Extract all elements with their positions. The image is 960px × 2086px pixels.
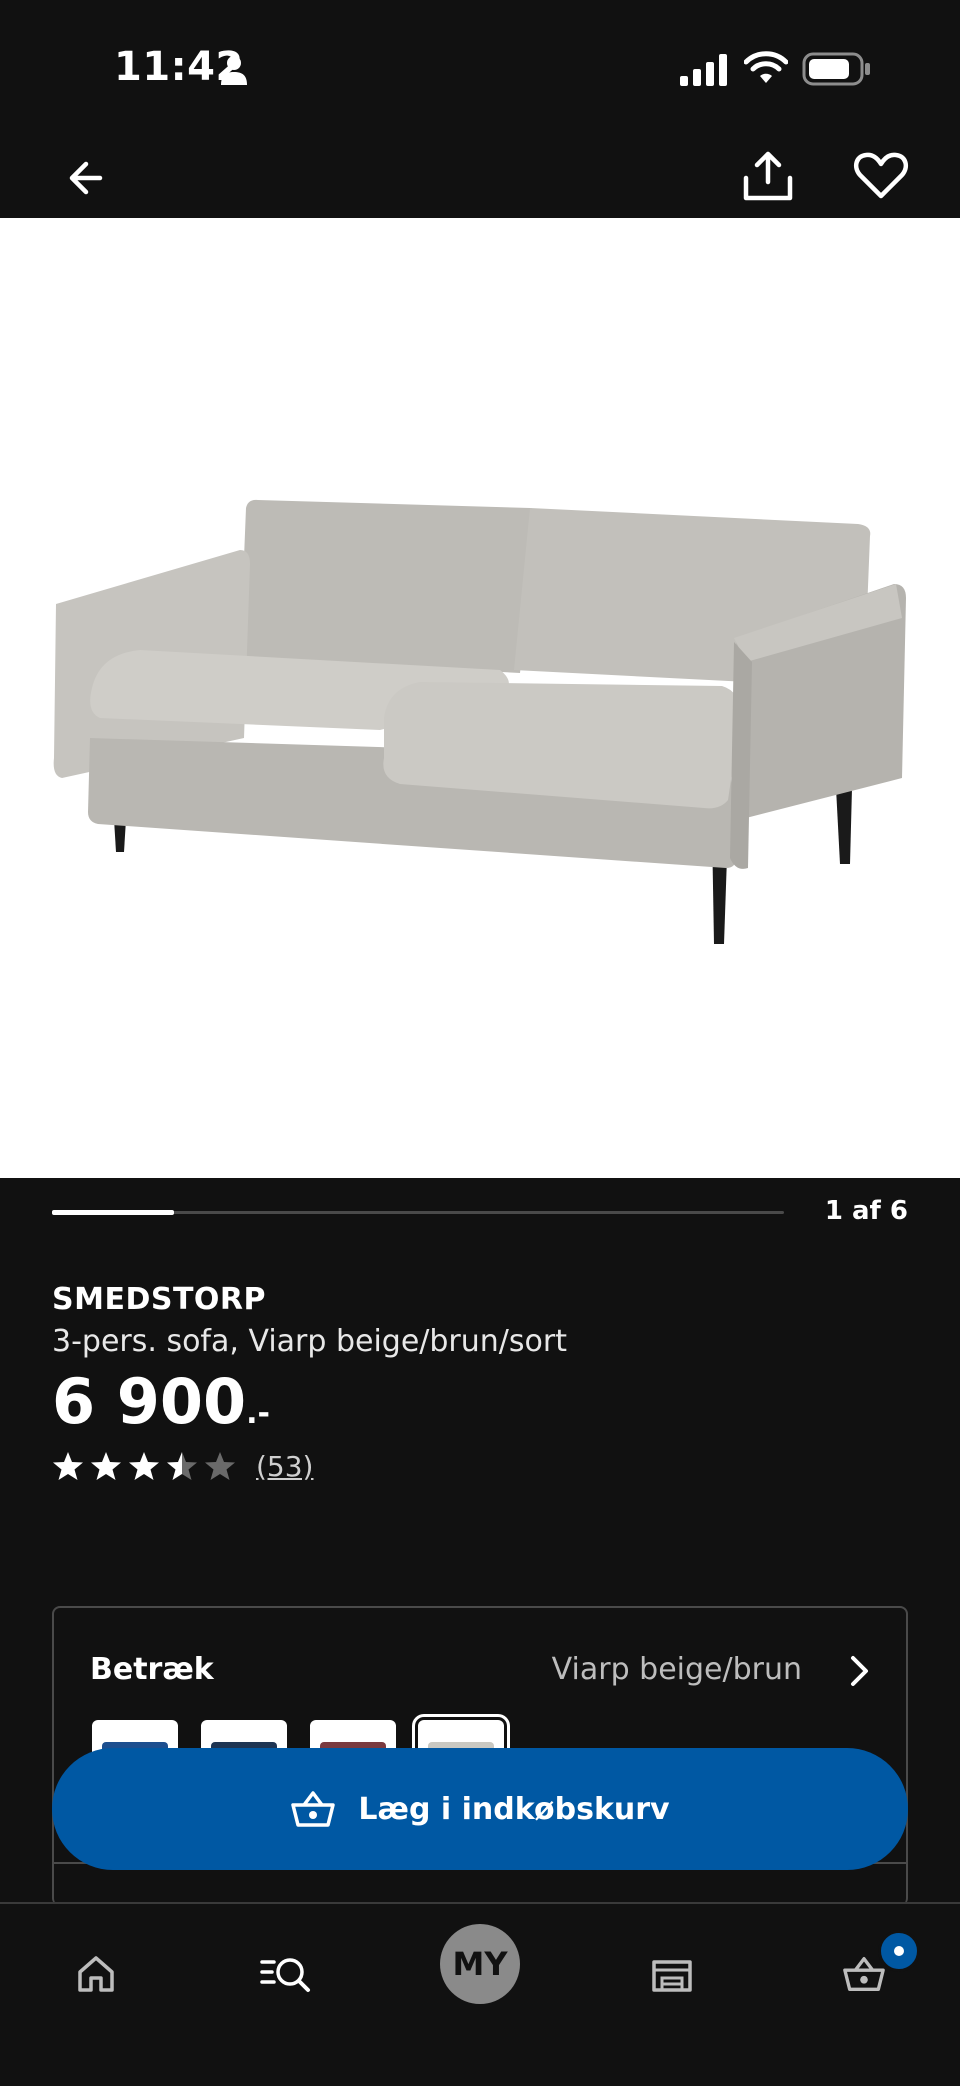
status-bar: 11:42 xyxy=(0,0,960,140)
favorite-button[interactable] xyxy=(852,148,910,204)
bottom-tab-bar: MY xyxy=(0,1902,960,2086)
tab-home[interactable] xyxy=(56,1934,136,2014)
price-suffix: .- xyxy=(246,1396,271,1431)
back-button[interactable] xyxy=(60,150,116,206)
chevron-right-icon[interactable] xyxy=(844,1654,874,1688)
product-price: 6 900.- xyxy=(52,1366,270,1450)
star-empty-icon xyxy=(205,1452,235,1480)
rating[interactable]: (53) xyxy=(52,1448,313,1484)
rating-stars xyxy=(52,1450,242,1482)
share-button[interactable] xyxy=(740,146,796,206)
battery-icon xyxy=(802,52,870,86)
shopping-basket-icon xyxy=(291,1791,336,1827)
product-name: SMEDSTORP xyxy=(52,1282,267,1317)
tab-my-profile[interactable]: MY xyxy=(440,1924,520,2004)
product-description: 3-pers. sofa, Viarp beige/brun/sort xyxy=(52,1324,567,1359)
store-icon xyxy=(652,1960,692,1992)
star-full-icon xyxy=(91,1452,121,1480)
wifi-icon xyxy=(744,51,788,83)
sofa-image xyxy=(53,499,906,944)
star-full-icon xyxy=(53,1452,83,1480)
tab-search[interactable] xyxy=(246,1934,326,2014)
person-icon xyxy=(221,56,247,85)
tab-stores[interactable] xyxy=(632,1934,712,2014)
cover-option-label: Betræk xyxy=(90,1652,214,1687)
carousel-progress xyxy=(52,1210,784,1215)
signal-icon xyxy=(680,54,727,86)
home-icon xyxy=(78,1956,114,1992)
carousel-counter: 1 af 6 xyxy=(824,1196,908,1226)
cart-badge xyxy=(878,1930,920,1972)
add-to-cart-button[interactable]: Læg i indkøbskurv xyxy=(52,1748,908,1870)
cart-badge-dot xyxy=(894,1946,904,1956)
review-count-link[interactable]: (53) xyxy=(256,1450,313,1483)
star-full-icon xyxy=(129,1452,159,1480)
price-value: 6 900 xyxy=(52,1365,247,1438)
search-icon xyxy=(260,1958,310,1992)
arrow-left-icon xyxy=(69,161,103,195)
star-half-icon xyxy=(167,1452,197,1480)
top-nav-bar xyxy=(0,140,960,218)
add-to-cart-label: Læg i indkøbskurv xyxy=(358,1791,670,1827)
heart-icon xyxy=(853,152,909,199)
share-icon xyxy=(743,151,793,201)
carousel-progress-fill xyxy=(52,1210,174,1215)
product-image[interactable] xyxy=(0,218,960,1178)
cover-option-value: Viarp beige/brun xyxy=(551,1652,802,1687)
